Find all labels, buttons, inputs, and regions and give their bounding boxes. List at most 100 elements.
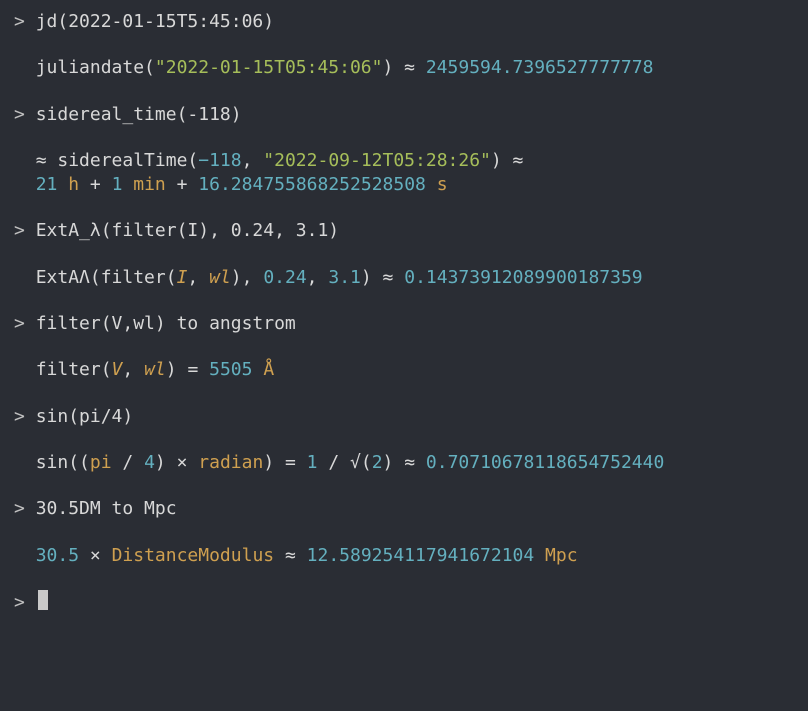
output-line: 30.5 × DistanceModulus ≈ 12.589254117941…	[14, 544, 794, 568]
output-line: ≈ siderealTime(−118, "2022-09-12T05:28:2…	[14, 149, 794, 173]
token: Mpc	[534, 545, 577, 566]
indent	[14, 452, 36, 473]
token: min	[122, 174, 165, 195]
token: ) ≈	[383, 452, 426, 473]
token: 1	[307, 452, 318, 473]
token: filter(	[36, 359, 112, 380]
token: 0.14373912089900187359	[404, 267, 642, 288]
active-input-line[interactable]: >	[14, 590, 794, 615]
token: 12.589254117941672104	[307, 545, 535, 566]
input-command: jd(2022-01-15T5:45:06)	[36, 11, 274, 32]
token: ,	[187, 267, 209, 288]
input-command: 30.5DM to Mpc	[36, 498, 177, 519]
token: s	[426, 174, 448, 195]
token: +	[79, 174, 112, 195]
token: ) =	[263, 452, 306, 473]
indent	[14, 545, 36, 566]
output-line: juliandate("2022-01-15T05:45:06") ≈ 2459…	[14, 56, 794, 80]
output-line: sin((pi / 4) × radian) = 1 / √(2) ≈ 0.70…	[14, 451, 794, 475]
token: 2459594.7396527777778	[426, 57, 654, 78]
token: Å	[252, 359, 274, 380]
token: 3.1	[328, 267, 361, 288]
token: ×	[79, 545, 112, 566]
token: ) ≈	[382, 57, 425, 78]
blank-line	[14, 429, 794, 451]
token: 0.70710678118654752440	[426, 452, 664, 473]
token: ≈	[274, 545, 307, 566]
token: pi	[90, 452, 112, 473]
input-line: > jd(2022-01-15T5:45:06)	[14, 10, 794, 34]
token: ≈ siderealTime(	[36, 150, 199, 171]
token: ) ≈	[361, 267, 404, 288]
prompt-symbol: >	[14, 11, 36, 32]
token: radian	[198, 452, 263, 473]
cursor	[38, 590, 48, 610]
indent	[14, 174, 36, 195]
input-line: > sin(pi/4)	[14, 405, 794, 429]
prompt-symbol: >	[14, 498, 36, 519]
indent	[14, 267, 36, 288]
blank-line	[14, 197, 794, 219]
blank-line	[14, 127, 794, 149]
input-line: > filter(V,wl) to angstrom	[14, 312, 794, 336]
indent	[14, 359, 36, 380]
input-command: ExtA_λ(filter(I), 0.24, 3.1)	[36, 220, 339, 241]
token: wl	[209, 267, 231, 288]
token: juliandate(	[36, 57, 155, 78]
indent	[14, 57, 36, 78]
token: DistanceModulus	[112, 545, 275, 566]
prompt-symbol: >	[14, 220, 36, 241]
input-command: filter(V,wl) to angstrom	[36, 313, 296, 334]
blank-line	[14, 34, 794, 56]
token: ,	[122, 359, 144, 380]
token: wl	[144, 359, 166, 380]
blank-line	[14, 244, 794, 266]
input-line: > sidereal_time(-118)	[14, 103, 794, 127]
blank-line	[14, 81, 794, 103]
indent	[14, 150, 36, 171]
token: 30.5	[36, 545, 79, 566]
token: ) ≈	[491, 150, 524, 171]
prompt-symbol: >	[14, 406, 36, 427]
token: ExtAΛ(filter(	[36, 267, 177, 288]
token: "2022-01-15T05:45:06"	[155, 57, 383, 78]
input-command: sidereal_time(-118)	[36, 104, 242, 125]
input-command: sin(pi/4)	[36, 406, 134, 427]
token: / √(	[318, 452, 372, 473]
token: 5505	[209, 359, 252, 380]
input-line: > ExtA_λ(filter(I), 0.24, 3.1)	[14, 219, 794, 243]
prompt-symbol: >	[14, 313, 36, 334]
token: 2	[372, 452, 383, 473]
token: V	[112, 359, 123, 380]
token: ) ×	[155, 452, 198, 473]
token: +	[166, 174, 199, 195]
token: I	[177, 267, 188, 288]
input-line: > 30.5DM to Mpc	[14, 497, 794, 521]
terminal[interactable]: > jd(2022-01-15T5:45:06) juliandate("202…	[0, 0, 808, 625]
blank-line	[14, 336, 794, 358]
blank-line	[14, 290, 794, 312]
token: 0.24	[263, 267, 306, 288]
blank-line	[14, 522, 794, 544]
token: 4	[144, 452, 155, 473]
token: /	[112, 452, 145, 473]
blank-line	[14, 383, 794, 405]
token: ,	[242, 150, 264, 171]
blank-line	[14, 568, 794, 590]
output-line: ExtAΛ(filter(I, wl), 0.24, 3.1) ≈ 0.1437…	[14, 266, 794, 290]
blank-line	[14, 475, 794, 497]
token: h	[57, 174, 79, 195]
token: −118	[198, 150, 241, 171]
token: 16.284755868252528508	[198, 174, 426, 195]
output-line: 21 h + 1 min + 16.284755868252528508 s	[14, 173, 794, 197]
token: ) =	[166, 359, 209, 380]
prompt-symbol: >	[14, 592, 36, 613]
token: ,	[307, 267, 329, 288]
token: 21	[36, 174, 58, 195]
token: "2022-09-12T05:28:26"	[263, 150, 491, 171]
token: sin((	[36, 452, 90, 473]
output-line: filter(V, wl) = 5505 Å	[14, 358, 794, 382]
prompt-symbol: >	[14, 104, 36, 125]
token: 1	[112, 174, 123, 195]
token: ),	[231, 267, 264, 288]
